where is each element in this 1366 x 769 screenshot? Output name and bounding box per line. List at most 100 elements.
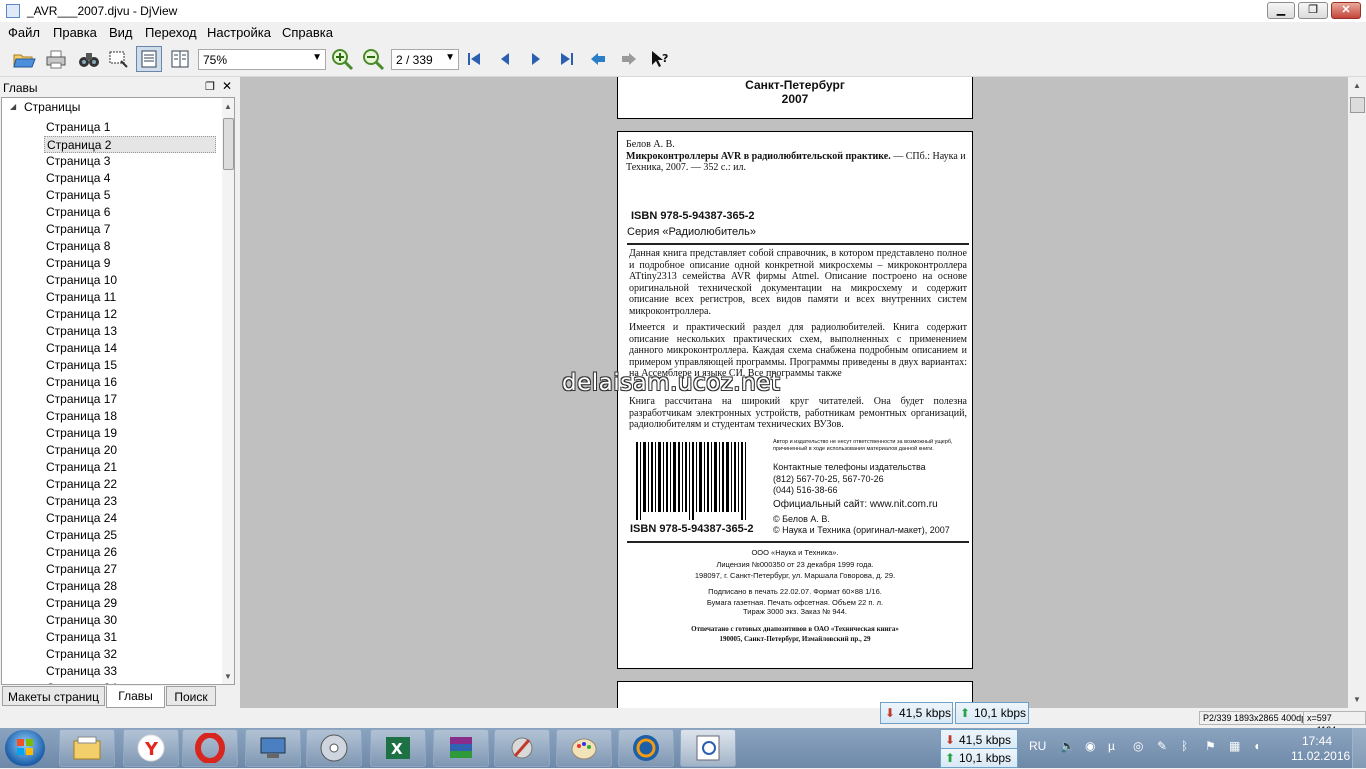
tree-item-page[interactable]: Страница 26 (44, 544, 216, 561)
zoom-out-icon[interactable] (360, 46, 386, 72)
close-button[interactable]: ✕ (1331, 2, 1361, 19)
network-icon[interactable]: ▦ (1229, 739, 1240, 753)
speaker-icon[interactable]: ◖ (1253, 739, 1260, 753)
document-scroll-thumb[interactable] (1350, 97, 1365, 113)
menu-edit[interactable]: Правка (53, 25, 97, 40)
tree-item-page[interactable]: Страница 9 (44, 255, 216, 272)
tab-search[interactable]: Поиск (166, 686, 216, 706)
tree-item-page[interactable]: Страница 19 (44, 425, 216, 442)
minimize-button[interactable]: ▁ (1267, 2, 1295, 19)
tree-scroll-thumb[interactable] (223, 118, 234, 170)
tray-pen-icon[interactable]: ✎ (1157, 739, 1167, 753)
taskbar-media-disc[interactable] (306, 729, 362, 767)
tray-sync-icon[interactable]: ◎ (1133, 739, 1143, 753)
tree-item-page[interactable]: Страница 17 (44, 391, 216, 408)
tree-item-page[interactable]: Страница 27 (44, 561, 216, 578)
find-binoculars-icon[interactable] (76, 46, 102, 72)
select-region-icon[interactable] (105, 46, 131, 72)
menu-help[interactable]: Справка (282, 25, 333, 40)
tree-item-page[interactable]: Страница 15 (44, 357, 216, 374)
tree-item-page[interactable]: Страница 21 (44, 459, 216, 476)
taskbar-opera[interactable] (182, 729, 238, 767)
undock-icon[interactable]: ❐ (205, 80, 215, 93)
tree-item-page[interactable]: Страница 30 (44, 612, 216, 629)
tree-item-page[interactable]: Страница 29 (44, 595, 216, 612)
volume-icon[interactable]: 🔈 (1060, 739, 1075, 753)
taskbar-winrar[interactable] (433, 729, 489, 767)
show-desktop-button[interactable] (1352, 728, 1366, 768)
print-icon[interactable] (43, 46, 69, 72)
open-folder-icon[interactable] (11, 46, 37, 72)
tree-item-page[interactable]: Страница 33 (44, 663, 216, 680)
zoom-select[interactable]: 75% ▼ (198, 49, 326, 70)
tree-item-page[interactable]: Страница 16 (44, 374, 216, 391)
tree-item-page[interactable]: Страница 10 (44, 272, 216, 289)
tab-outline[interactable]: Главы (106, 686, 165, 708)
back-arrow-icon[interactable] (585, 46, 611, 72)
bluetooth-icon[interactable]: ᛒ (1181, 739, 1188, 753)
language-indicator[interactable]: RU (1029, 739, 1046, 753)
taskbar-media-player[interactable] (618, 729, 674, 767)
taskbar-paint[interactable] (556, 729, 612, 767)
scroll-up-icon[interactable]: ▲ (224, 102, 232, 111)
tree-item-page[interactable]: Страница 13 (44, 323, 216, 340)
taskbar-excel[interactable]: X (370, 729, 426, 767)
taskbar-explorer[interactable] (59, 729, 115, 767)
menu-view[interactable]: Вид (109, 25, 133, 40)
tree-item-page[interactable]: Страница 5 (44, 187, 216, 204)
page-select[interactable]: 2 / 339 ▼ (391, 49, 459, 70)
clock[interactable]: 17:44 11.02.2016 (1291, 734, 1350, 764)
tree-item-page[interactable]: Страница 28 (44, 578, 216, 595)
maximize-button[interactable]: ❐ (1298, 2, 1328, 19)
scroll-down-icon[interactable]: ▼ (224, 672, 232, 681)
scroll-down-icon[interactable]: ▼ (1353, 695, 1361, 704)
scroll-up-icon[interactable]: ▲ (1353, 81, 1361, 90)
tree-item-page[interactable]: Страница 23 (44, 493, 216, 510)
tree-item-page[interactable]: Страница 22 (44, 476, 216, 493)
tree-item-page[interactable]: Страница 24 (44, 510, 216, 527)
next-page-icon[interactable] (523, 46, 549, 72)
forward-arrow-icon[interactable] (616, 46, 642, 72)
tree-item-page[interactable]: Страница 3 (44, 153, 216, 170)
menu-settings[interactable]: Настройка (207, 25, 271, 40)
tree-item-page[interactable]: Страница 31 (44, 629, 216, 646)
expand-triangle-icon[interactable]: ◢ (10, 102, 16, 111)
tray-app-icon[interactable]: ◉ (1085, 739, 1095, 753)
menu-file[interactable]: Файл (8, 25, 40, 40)
tree-item-page[interactable]: Страница 25 (44, 527, 216, 544)
utorrent-icon[interactable]: µ (1108, 739, 1115, 753)
tree-root-pages[interactable]: Страницы (24, 100, 80, 114)
tree-item-page[interactable]: Страница 18 (44, 408, 216, 425)
first-page-icon[interactable] (461, 46, 487, 72)
whats-this-help-icon[interactable]: ? (647, 46, 673, 72)
tree-item-page[interactable]: Страница 11 (44, 289, 216, 306)
tree-item-page[interactable]: Страница 14 (44, 340, 216, 357)
action-center-icon[interactable]: ⚑ (1205, 739, 1216, 753)
taskbar-djview[interactable] (680, 729, 736, 767)
close-panel-icon[interactable]: ✕ (222, 79, 232, 93)
tree-item-page[interactable]: Страница 6 (44, 204, 216, 221)
continuous-mode-icon[interactable] (136, 46, 162, 72)
side-by-side-icon[interactable] (167, 46, 193, 72)
tree-scrollbar[interactable]: ▲ ▼ (222, 98, 234, 684)
outline-tree[interactable]: ◢ Страницы Страница 1 Страница 2 Страница … (1, 97, 235, 685)
previous-page-icon[interactable] (492, 46, 518, 72)
tree-item-page[interactable]: Страница 2 (44, 136, 216, 153)
menu-go[interactable]: Переход (145, 25, 197, 40)
last-page-icon[interactable] (554, 46, 580, 72)
tree-item-page[interactable]: Страница 12 (44, 306, 216, 323)
tree-item-page[interactable]: Страница 7 (44, 221, 216, 238)
taskbar-remote-desktop[interactable] (245, 729, 301, 767)
tree-item-page[interactable]: Страница 32 (44, 646, 216, 663)
start-button[interactable] (5, 730, 45, 766)
tree-item-page[interactable]: Страница 34 (44, 680, 216, 684)
tree-item-page[interactable]: Страница 1 (44, 119, 216, 136)
tree-item-page[interactable]: Страница 8 (44, 238, 216, 255)
tree-item-page[interactable]: Страница 20 (44, 442, 216, 459)
zoom-in-icon[interactable] (329, 46, 355, 72)
document-scrollbar[interactable]: ▲ ▼ (1349, 77, 1366, 708)
taskbar-tools[interactable] (494, 729, 550, 767)
tab-thumbnails[interactable]: Макеты страниц (2, 686, 105, 706)
tree-item-page[interactable]: Страница 4 (44, 170, 216, 187)
taskbar-yandex-browser[interactable]: Y (123, 729, 179, 767)
